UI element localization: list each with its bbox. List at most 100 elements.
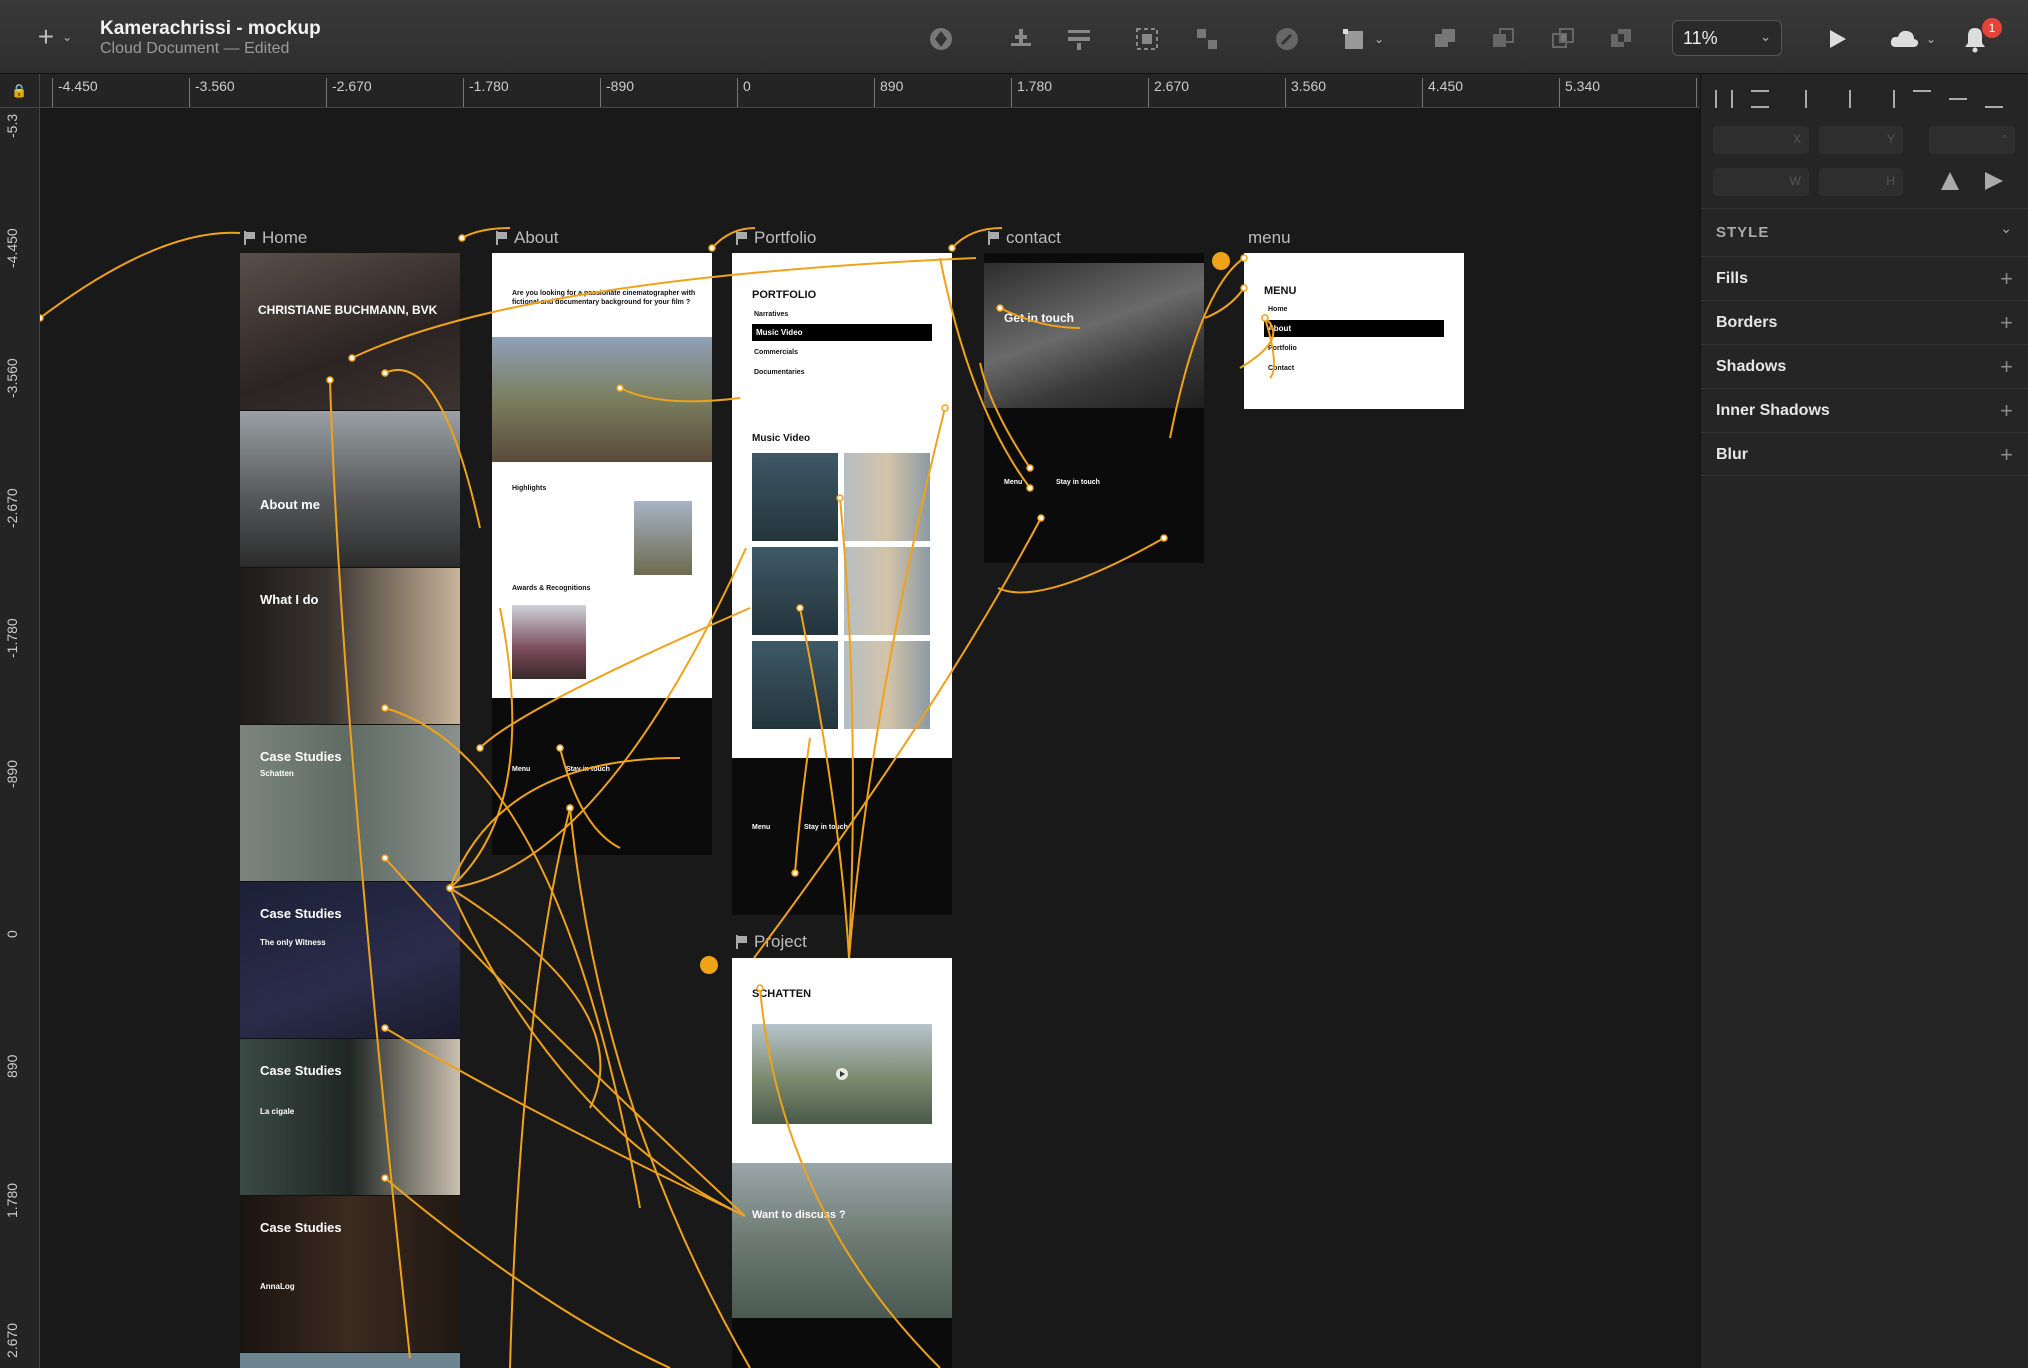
prototype-link[interactable]	[509, 807, 571, 1368]
intersect-icon	[1552, 28, 1574, 48]
align-left-icon[interactable]	[1805, 90, 1823, 108]
fills-section[interactable]: Fills +	[1701, 256, 2028, 300]
menu-item-about[interactable]: About	[1264, 320, 1444, 337]
blur-section[interactable]: Blur +	[1701, 432, 2028, 476]
back-link-badge[interactable]	[1212, 252, 1230, 270]
intersect-button[interactable]	[1546, 22, 1580, 56]
project-video[interactable]	[752, 1024, 932, 1124]
contact-hero: Get in touch	[984, 263, 1204, 408]
union-button[interactable]	[1428, 22, 1462, 56]
portfolio-cat-4[interactable]: Documentaries	[754, 369, 805, 376]
align-bottom-icon[interactable]	[1985, 90, 2003, 108]
prototype-link[interactable]	[449, 887, 746, 1217]
difference-icon	[1611, 29, 1631, 47]
artboard-label-contact[interactable]: contact	[988, 228, 1061, 248]
distribute-horizontal-icon[interactable]	[1715, 90, 1733, 108]
align-icon	[1011, 29, 1031, 46]
borders-section[interactable]: Borders +	[1701, 300, 2028, 344]
flip-horizontal-icon[interactable]	[1941, 172, 1959, 190]
shadows-section[interactable]: Shadows +	[1701, 344, 2028, 388]
menu-item-portfolio[interactable]: Portfolio	[1268, 345, 1297, 352]
link-hotspot[interactable]	[948, 244, 956, 252]
ungroup-button[interactable]	[1190, 22, 1224, 56]
link-hotspot[interactable]	[458, 234, 466, 242]
flag-icon	[736, 935, 748, 949]
ruler-tick-label: 3.560	[1285, 78, 1326, 107]
vertical-ruler[interactable]: -5.3 -4.450 -3.560 -2.670 -1.780 -890 0 890 1.78…	[0, 108, 40, 1368]
distribute-button[interactable]	[1004, 22, 1038, 56]
portfolio-cat-3[interactable]: Commercials	[754, 349, 798, 356]
artboard-home[interactable]: CHRISTIANE BUCHMANN, BVK About me What I…	[240, 253, 460, 1368]
add-fill-icon[interactable]: +	[2000, 266, 2013, 292]
align-center-icon[interactable]	[1849, 90, 1851, 108]
artboard-contact[interactable]: Get in touch Menu Stay in touch	[984, 253, 1204, 563]
group-button[interactable]	[1130, 22, 1164, 56]
align-right-icon[interactable]	[1877, 90, 1895, 108]
add-blur-icon[interactable]: +	[2000, 442, 2013, 468]
subtract-button[interactable]	[1486, 22, 1520, 56]
transform-button[interactable]: ⌄	[1336, 22, 1388, 56]
notification-badge: 1	[1982, 18, 2002, 38]
add-shadow-icon[interactable]: +	[2000, 354, 2013, 380]
home-hero: CHRISTIANE BUCHMANN, BVK	[240, 253, 460, 410]
portfolio-thumb-4[interactable]	[844, 547, 930, 635]
portfolio-thumb-5[interactable]	[752, 641, 838, 729]
link-hotspot[interactable]	[708, 244, 716, 252]
layout-button[interactable]	[1062, 22, 1096, 56]
preview-button[interactable]	[1820, 22, 1854, 56]
artboard-about[interactable]: Are you looking for a passionate cinemat…	[492, 253, 712, 855]
zoom-select[interactable]: 11% ⌄	[1672, 20, 1782, 56]
link-hotspot[interactable]	[40, 314, 44, 322]
chevron-down-icon[interactable]: ⌄	[2000, 220, 2012, 237]
link-hotspot[interactable]	[476, 744, 484, 752]
artboard-project[interactable]: SCHATTEN Want to discuss ?	[732, 958, 952, 1368]
menu-item-contact[interactable]: Contact	[1268, 365, 1294, 372]
home-case-panel-3: Case Studies La cigale	[240, 1039, 460, 1195]
portfolio-thumb-3[interactable]	[752, 547, 838, 635]
artboard-label-portfolio[interactable]: Portfolio	[736, 228, 816, 248]
group-icon	[1136, 28, 1158, 50]
x-field[interactable]: X	[1713, 126, 1809, 154]
portfolio-cat-1[interactable]: Narratives	[754, 311, 788, 318]
artboard-menu[interactable]: MENU Home About Portfolio Contact	[1244, 253, 1464, 409]
difference-button[interactable]	[1604, 22, 1638, 56]
artboard-label-about[interactable]: About	[496, 228, 558, 248]
play-icon	[1830, 30, 1846, 48]
prototype-link[interactable]	[569, 807, 751, 1368]
portfolio-thumb-1[interactable]	[752, 453, 838, 541]
insert-button[interactable]: + ⌄	[28, 21, 82, 52]
document-title[interactable]: Kamerachrissi - mockup	[100, 18, 321, 40]
distribute-vertical-icon[interactable]	[1751, 90, 1769, 108]
add-inner-shadow-icon[interactable]: +	[2000, 398, 2013, 424]
prototype-link[interactable]	[40, 231, 241, 319]
artboard-label-project[interactable]: Project	[736, 932, 807, 952]
create-symbol-button[interactable]	[924, 22, 958, 56]
portfolio-thumb-6[interactable]	[844, 641, 930, 729]
ruler-tick-label: -3.560	[4, 358, 20, 398]
style-section-header[interactable]: STYLE	[1716, 224, 1769, 241]
canvas[interactable]: Home About Portfolio contact menu Projec…	[40, 108, 1700, 1368]
artboard-portfolio[interactable]: PORTFOLIO Narratives Music Video Commerc…	[732, 253, 952, 915]
home-whatido-title: What I do	[260, 592, 319, 607]
prototype-link[interactable]	[1204, 287, 1245, 319]
align-middle-icon[interactable]	[1949, 98, 1967, 100]
cloud-share-button[interactable]: ⌄	[1882, 22, 1942, 56]
prototype-link[interactable]	[449, 887, 602, 1109]
flip-vertical-icon[interactable]	[1985, 172, 2003, 190]
artboard-label-menu[interactable]: menu	[1248, 228, 1291, 248]
portfolio-cat-2[interactable]: Music Video	[752, 324, 932, 341]
horizontal-ruler[interactable]: -4.450 -3.560 -2.670 -1.780 -890 0 890 1.780 2.6…	[40, 74, 1700, 108]
portfolio-thumb-2[interactable]	[844, 453, 930, 541]
menu-item-home[interactable]: Home	[1268, 306, 1287, 313]
add-border-icon[interactable]: +	[2000, 310, 2013, 336]
y-field[interactable]: Y	[1819, 126, 1903, 154]
edit-button[interactable]	[1270, 22, 1304, 56]
back-link-badge[interactable]	[700, 956, 718, 974]
rotation-field[interactable]: °	[1929, 126, 2015, 154]
width-field[interactable]: W	[1713, 168, 1809, 196]
ruler-lock-button[interactable]: 🔒	[0, 74, 40, 108]
inner-shadows-section[interactable]: Inner Shadows +	[1701, 388, 2028, 432]
align-top-icon[interactable]	[1913, 90, 1931, 108]
height-field[interactable]: H	[1819, 168, 1903, 196]
artboard-label-home[interactable]: Home	[244, 228, 307, 248]
